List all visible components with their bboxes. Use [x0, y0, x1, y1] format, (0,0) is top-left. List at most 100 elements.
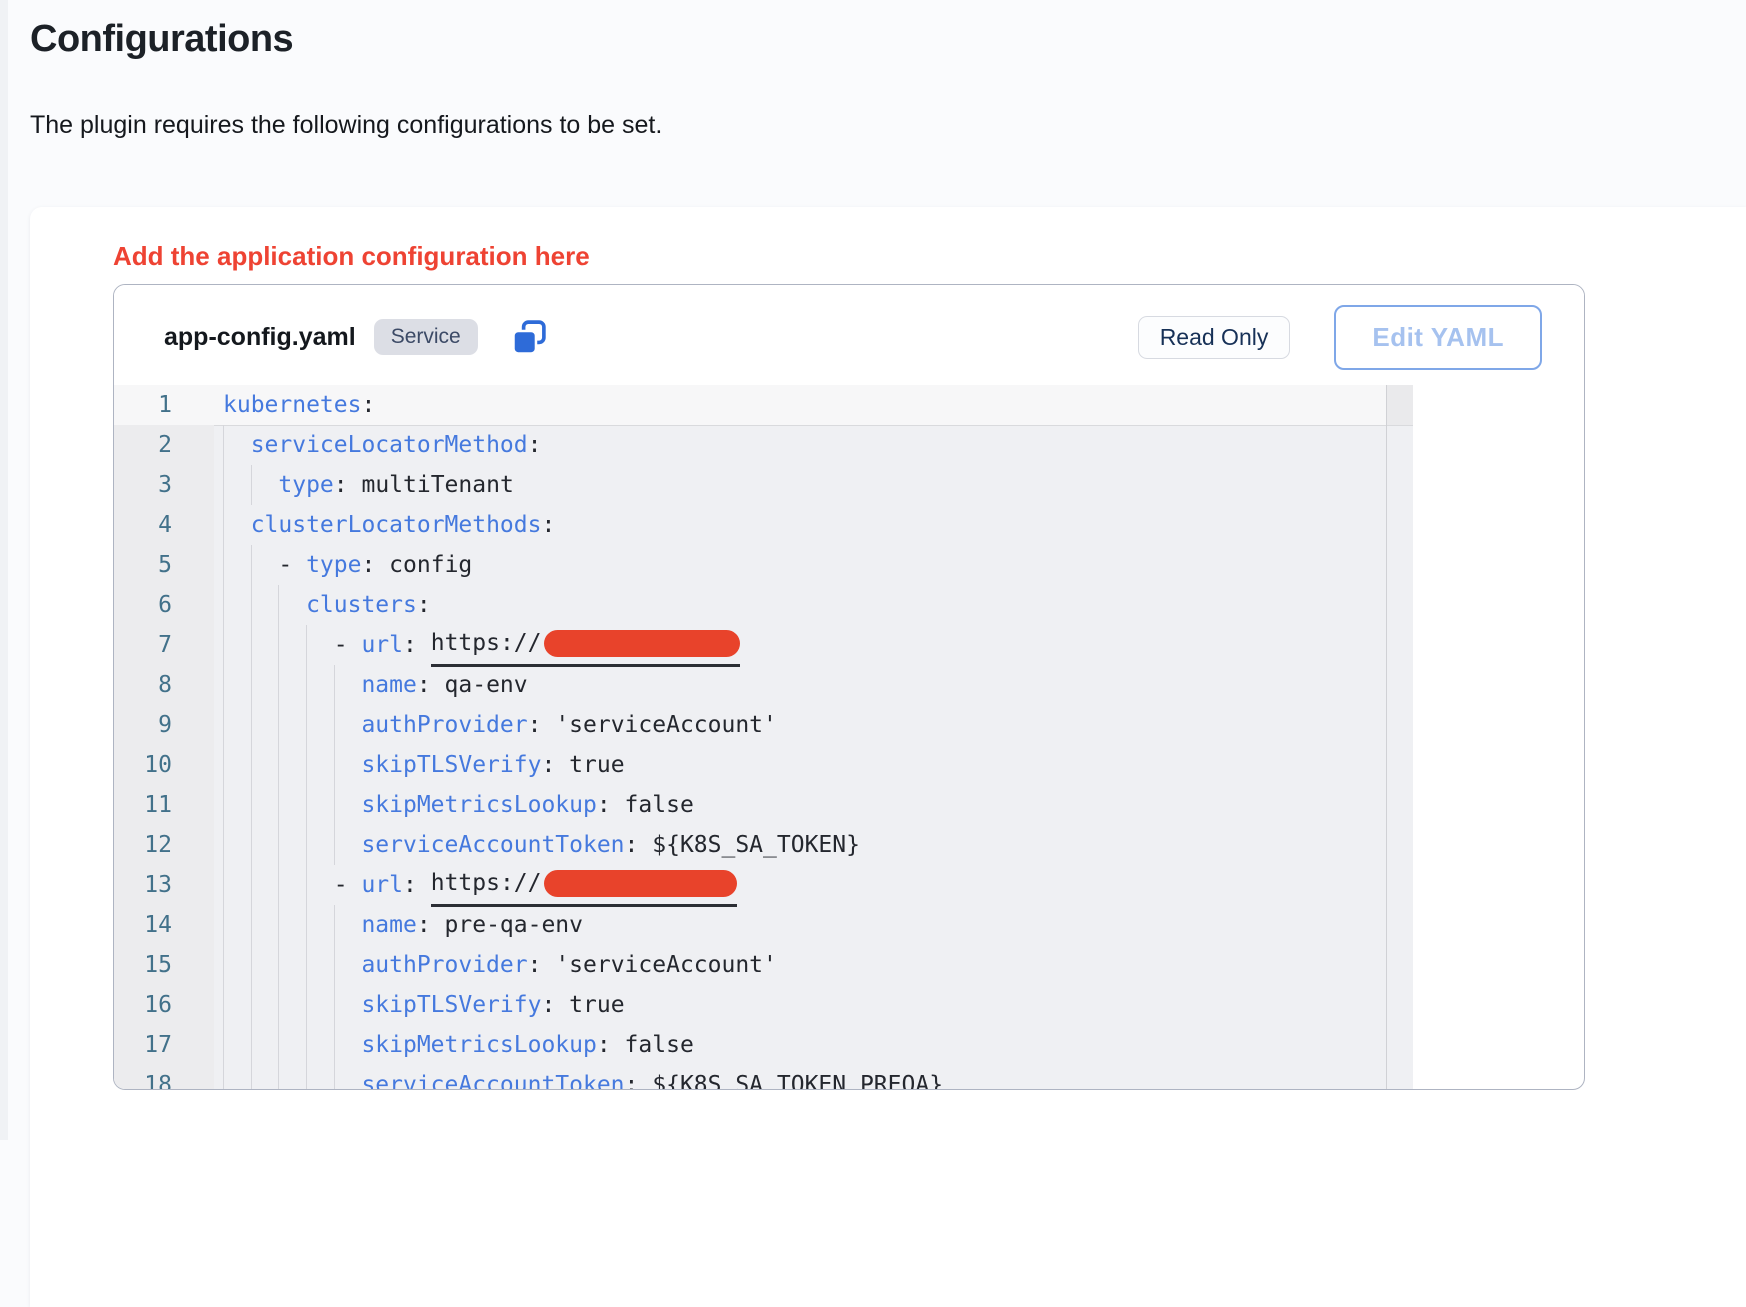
indent-guide — [251, 705, 279, 745]
line-number: 4 — [114, 505, 214, 545]
yaml-editor-card: app-config.yaml Service Read Only Edit Y… — [113, 284, 1585, 1090]
line-number: 6 — [114, 585, 214, 625]
indent-guide — [223, 505, 251, 545]
service-badge: Service — [374, 319, 478, 355]
indent-guide — [251, 985, 279, 1025]
code-line: 3type: multiTenant — [114, 465, 1413, 505]
indent-guide — [251, 905, 279, 945]
indent-guide — [223, 625, 251, 665]
code-line: 7- url: https:// — [114, 625, 1413, 665]
indent-guide — [278, 825, 306, 865]
indent-guide — [334, 905, 362, 945]
page-edge-strip — [0, 0, 8, 1140]
scrollbar-track[interactable] — [1386, 385, 1387, 1090]
indent-guide — [223, 905, 251, 945]
indent-guide — [278, 865, 306, 905]
line-number: 13 — [114, 865, 214, 905]
line-number: 2 — [114, 425, 214, 465]
line-number: 17 — [114, 1025, 214, 1065]
indent-guide — [306, 1065, 334, 1090]
code-editor[interactable]: 1kubernetes:2serviceLocatorMethod:3type:… — [114, 385, 1413, 1090]
edit-yaml-button[interactable]: Edit YAML — [1334, 305, 1542, 370]
copy-icon-glyph — [510, 318, 548, 356]
indent-guide — [278, 785, 306, 825]
indent-guide — [278, 625, 306, 665]
line-number: 18 — [114, 1065, 214, 1090]
indent-guide — [251, 585, 279, 625]
indent-guide — [278, 985, 306, 1025]
indent-guide — [306, 745, 334, 785]
indent-guide — [251, 465, 279, 505]
indent-guide — [223, 865, 251, 905]
line-number: 8 — [114, 665, 214, 705]
indent-guide — [223, 1065, 251, 1090]
indent-guide — [278, 585, 306, 625]
line-number: 5 — [114, 545, 214, 585]
scrollbar-corner — [1387, 385, 1413, 425]
line-number: 11 — [114, 785, 214, 825]
indent-guide — [251, 825, 279, 865]
code-lines: 1kubernetes:2serviceLocatorMethod:3type:… — [114, 385, 1413, 1090]
indent-guide — [334, 705, 362, 745]
indent-guide — [223, 745, 251, 785]
editor-header: app-config.yaml Service Read Only Edit Y… — [114, 285, 1584, 385]
indent-guide — [278, 1065, 306, 1090]
code-line: 8name: qa-env — [114, 665, 1413, 705]
indent-guide — [251, 785, 279, 825]
indent-guide — [223, 785, 251, 825]
indent-guide — [223, 665, 251, 705]
indent-guide — [334, 665, 362, 705]
code-line: 5- type: config — [114, 545, 1413, 585]
indent-guide — [334, 745, 362, 785]
indent-guide — [306, 665, 334, 705]
indent-guide — [334, 945, 362, 985]
indent-guide — [334, 1025, 362, 1065]
indent-guide — [251, 1025, 279, 1065]
code-line: 16skipTLSVerify: true — [114, 985, 1413, 1025]
indent-guide — [278, 1025, 306, 1065]
indent-guide — [223, 1025, 251, 1065]
indent-guide — [251, 945, 279, 985]
indent-guide — [251, 1065, 279, 1090]
indent-guide — [334, 1065, 362, 1090]
indent-guide — [306, 865, 334, 905]
indent-guide — [278, 745, 306, 785]
indent-guide — [306, 705, 334, 745]
indent-guide — [334, 825, 362, 865]
indent-guide — [251, 545, 279, 585]
indent-guide — [223, 425, 251, 465]
indent-guide — [306, 825, 334, 865]
indent-guide — [306, 905, 334, 945]
code-line: 18serviceAccountToken: ${K8S_SA_TOKEN_PR… — [114, 1065, 1413, 1090]
read-only-button[interactable]: Read Only — [1138, 316, 1291, 359]
filename-label: app-config.yaml — [164, 323, 356, 352]
indent-guide — [306, 785, 334, 825]
code-line: 6clusters: — [114, 585, 1413, 625]
code-line: 2serviceLocatorMethod: — [114, 425, 1413, 465]
code-line: 11skipMetricsLookup: false — [114, 785, 1413, 825]
line-number: 14 — [114, 905, 214, 945]
indent-guide — [223, 465, 251, 505]
code-line: 17skipMetricsLookup: false — [114, 1025, 1413, 1065]
code-line: 14name: pre-qa-env — [114, 905, 1413, 945]
line-number: 7 — [114, 625, 214, 665]
indent-guide — [223, 545, 251, 585]
page-subtitle: The plugin requires the following config… — [30, 111, 662, 140]
indent-guide — [223, 585, 251, 625]
page-title: Configurations — [30, 18, 293, 61]
indent-guide — [306, 1025, 334, 1065]
indent-guide — [334, 985, 362, 1025]
line-number: 12 — [114, 825, 214, 865]
code-line: 1kubernetes: — [114, 385, 1413, 425]
indent-guide — [251, 625, 279, 665]
copy-icon[interactable] — [510, 318, 548, 356]
indent-guide — [278, 665, 306, 705]
indent-guide — [223, 705, 251, 745]
redacted-url — [544, 630, 740, 657]
code-line: 10skipTLSVerify: true — [114, 745, 1413, 785]
line-number: 16 — [114, 985, 214, 1025]
indent-guide — [251, 745, 279, 785]
code-line: 12serviceAccountToken: ${K8S_SA_TOKEN} — [114, 825, 1413, 865]
indent-guide — [334, 785, 362, 825]
code-line: 13- url: https:// — [114, 865, 1413, 905]
